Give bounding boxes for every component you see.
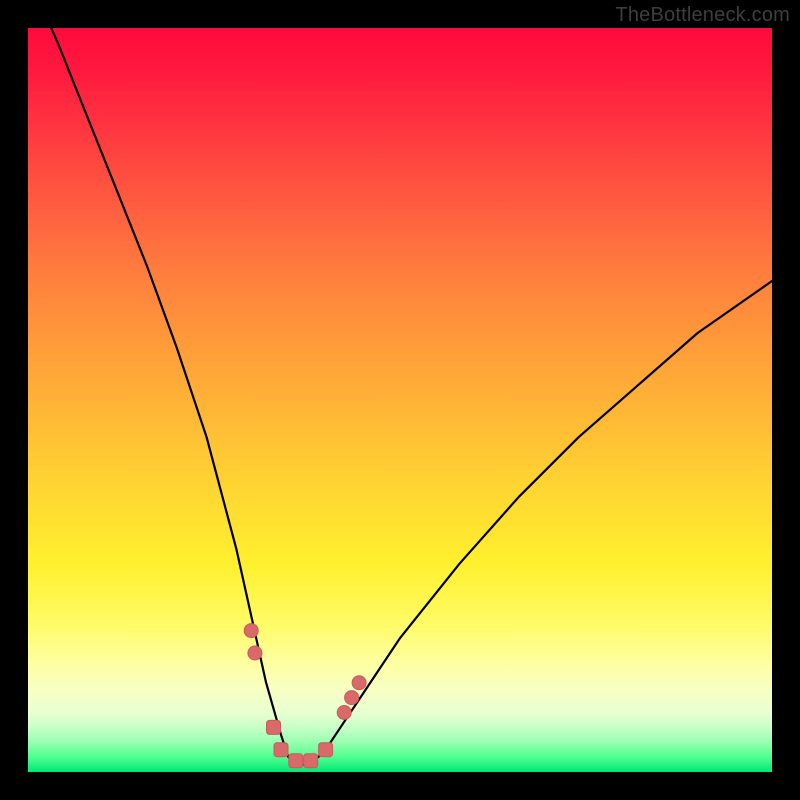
marker-group xyxy=(244,624,366,768)
marker-point xyxy=(248,646,262,660)
chart-frame: TheBottleneck.com xyxy=(0,0,800,800)
marker-point xyxy=(244,624,258,638)
bottleneck-curve xyxy=(28,28,772,765)
marker-point xyxy=(319,743,333,757)
marker-point xyxy=(267,720,281,734)
marker-point xyxy=(352,676,366,690)
curve-layer xyxy=(28,28,772,772)
marker-point xyxy=(304,754,318,768)
marker-point xyxy=(274,743,288,757)
marker-point xyxy=(289,754,303,768)
plot-area xyxy=(28,28,772,772)
watermark-text: TheBottleneck.com xyxy=(615,4,790,27)
marker-point xyxy=(345,691,359,705)
marker-point xyxy=(337,706,351,720)
